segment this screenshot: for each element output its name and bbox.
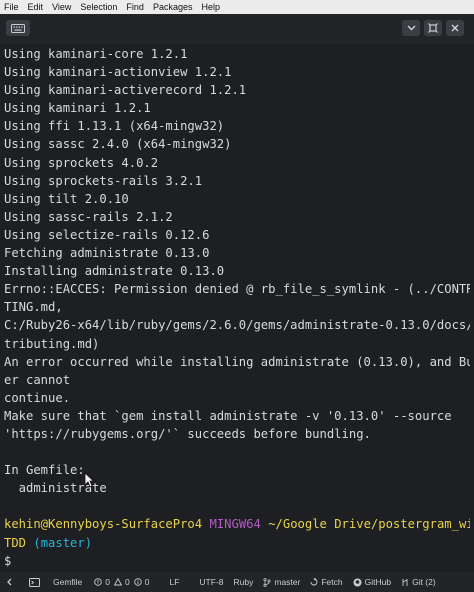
terminal-line: Using sassc-rails 2.1.2 (4, 209, 173, 224)
terminal-line: Using kaminari-actionview 1.2.1 (4, 65, 232, 80)
status-fetch-label: Fetch (321, 577, 343, 587)
terminal-line: Using sprockets 4.0.2 (4, 155, 159, 170)
menu-bar: File Edit View Selection Find Packages H… (0, 0, 474, 14)
keyboard-button[interactable] (6, 20, 30, 36)
status-encoding[interactable]: UTF-8 (199, 577, 223, 587)
menu-packages[interactable]: Packages (153, 0, 193, 14)
terminal-line: Using selectize-rails 0.12.6 (4, 227, 210, 242)
menu-file[interactable]: File (4, 0, 19, 14)
arrow-left-icon (7, 578, 12, 586)
status-branch-label: master (274, 577, 301, 587)
terminal-line: administrate (4, 481, 107, 496)
terminal-toggle[interactable] (29, 577, 43, 587)
prompt-path-cont: TDD (4, 535, 27, 550)
menu-view[interactable]: View (52, 0, 71, 14)
terminal-line: An error occurred while installing admin… (4, 354, 470, 369)
status-git-label: Git (2) (412, 577, 436, 587)
terminal-line: TING.md, (4, 300, 63, 315)
github-icon (353, 578, 362, 586)
prompt-system: MINGW64 (209, 517, 261, 532)
status-file[interactable]: Gemfile (53, 577, 82, 587)
maximize-icon (428, 23, 438, 33)
fetch-icon (310, 578, 318, 586)
error-count: 0 (105, 577, 111, 587)
terminal-line: Make sure that `gem install administrate… (4, 408, 452, 423)
status-github-label: GitHub (364, 577, 392, 587)
terminal-line: Using kaminari 1.2.1 (4, 101, 151, 116)
terminal-line: Using kaminari-core 1.2.1 (4, 47, 188, 61)
warning-icon (114, 578, 123, 586)
terminal-line: er cannot (4, 372, 71, 387)
diagnostics[interactable]: 0 0 0 (94, 577, 150, 587)
close-terminal-button[interactable] (446, 20, 464, 36)
info-count: 0 (144, 577, 150, 587)
terminal-line: Using tilt 2.0.10 (4, 191, 129, 206)
mouse-cursor-icon (84, 472, 94, 488)
terminal-output[interactable]: Using kaminari-core 1.2.1 Using kaminari… (4, 45, 470, 568)
terminal-line: Using ffi 1.13.1 (x64-mingw32) (4, 119, 225, 134)
prompt-symbol: $ (4, 553, 12, 568)
warning-count: 0 (125, 577, 130, 587)
terminal-line: 'https://rubygems.org/'` succeeds before… (4, 426, 371, 441)
error-icon (94, 578, 103, 586)
status-github[interactable]: GitHub (353, 577, 391, 587)
status-line-ending[interactable]: LF (170, 577, 180, 587)
maximize-terminal-button[interactable] (424, 20, 442, 36)
terminal-line: Using sassc 2.4.0 (x64-mingw32) (4, 137, 232, 152)
nav-arrows[interactable] (6, 578, 17, 586)
status-branch[interactable]: master (263, 577, 300, 587)
chevron-down-icon (407, 25, 415, 31)
terminal-line: In Gemfile: (4, 463, 85, 478)
terminal-line: Fetching administrate 0.13.0 (4, 246, 210, 261)
git-branch-icon (263, 577, 271, 587)
menu-help[interactable]: Help (201, 0, 220, 14)
terminal-icon (29, 577, 40, 587)
close-icon (451, 24, 459, 32)
status-fetch[interactable]: Fetch (310, 577, 343, 587)
git-diff-icon (402, 578, 408, 586)
terminal-line: C:/Ruby26-x64/lib/ruby/gems/2.6.0/gems/a… (4, 318, 470, 333)
hide-terminal-button[interactable] (402, 20, 420, 36)
menu-selection[interactable]: Selection (80, 0, 117, 14)
keyboard-icon (11, 23, 25, 33)
terminal-line: continue. (4, 390, 71, 405)
terminal-line: Using kaminari-activerecord 1.2.1 (4, 83, 247, 98)
prompt-user: kehin@Kennyboys-SurfacePro4 (4, 517, 203, 532)
status-bar: Gemfile 0 0 0 LF UTF-8 Ruby master Fetch… (0, 572, 474, 592)
menu-edit[interactable]: Edit (28, 0, 44, 14)
prompt-line-cont: TDD (master) (4, 534, 470, 552)
status-grammar[interactable]: Ruby (234, 577, 254, 587)
prompt-branch: (master) (33, 535, 93, 550)
terminal-line: Installing administrate 0.13.0 (4, 264, 225, 279)
terminal-line: tributing.md) (4, 336, 100, 351)
menu-find[interactable]: Find (126, 0, 144, 14)
prompt-line: kehin@Kennyboys-SurfacePro4 MINGW64 ~/Go… (4, 515, 470, 533)
prompt-path: ~/Google Drive/postergram_with_ (268, 517, 470, 532)
status-git[interactable]: Git (2) (401, 577, 436, 587)
terminal-line: Errno::EACCES: Permission denied @ rb_fi… (4, 282, 470, 297)
terminal-line: Using sprockets-rails 3.2.1 (4, 173, 203, 188)
info-icon (134, 578, 142, 586)
command-input-line[interactable]: $ (4, 552, 470, 570)
